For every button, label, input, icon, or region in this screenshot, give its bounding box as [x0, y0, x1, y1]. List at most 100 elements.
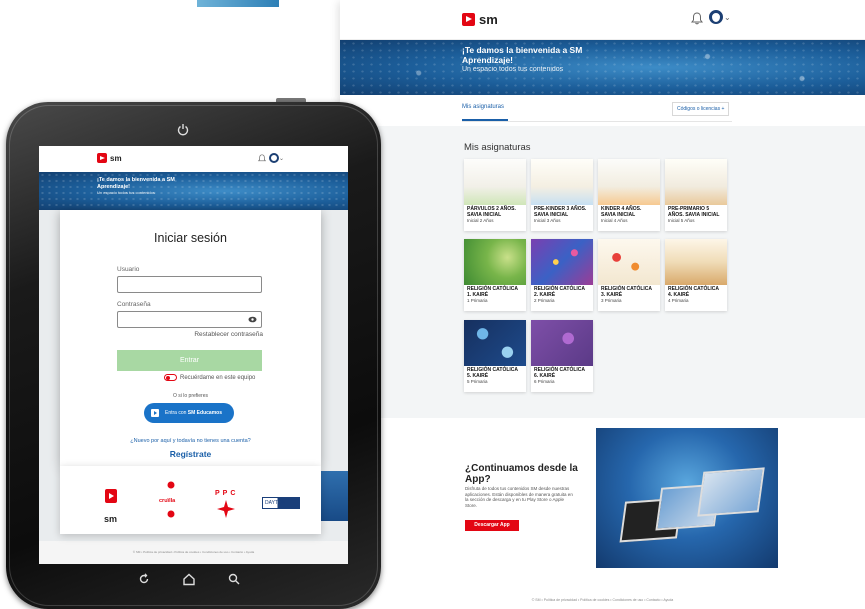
subjects-section: Mis asignaturas PÁRVULOS 2 AÑOS. SAVIA I…: [340, 126, 865, 418]
desktop-page: sm ⌄ ¡Te damos la bienvenida a SM Aprend…: [340, 0, 865, 609]
section-title: Mis asignaturas: [464, 142, 531, 153]
tablet-device: © SM • Política de privacidad • Política…: [6, 98, 381, 609]
subject-card-level: 2 Primaria: [534, 298, 555, 303]
subject-card[interactable]: PRE-KINDER 3 AÑOS. SAVIA INICIAL Inicial …: [531, 159, 593, 231]
composite-screenshot: sm ⌄ ¡Te damos la bienvenida a SM Aprend…: [0, 0, 865, 609]
subject-card-image: [598, 159, 660, 205]
subject-tabs: Mis asignaturas Códigos o licencias +: [462, 100, 732, 122]
remember-me[interactable]: Recuérdame en este equipo: [164, 374, 255, 381]
eye-icon[interactable]: [248, 316, 257, 323]
subject-card-image: [598, 239, 660, 285]
educamos-icon: [151, 409, 159, 417]
chevron-down-icon: ⌄: [279, 155, 285, 162]
banner-subtitle: Un espacio todos tus contenidos: [462, 66, 564, 73]
subject-card-level: 6 Primaria: [534, 379, 555, 384]
register-link[interactable]: Regístrate: [60, 449, 321, 459]
chevron-down-icon: ⌄: [724, 12, 731, 22]
app-promo-description: Disfruta de todos tus contenidos SM desd…: [465, 486, 573, 508]
sm-logo[interactable]: sm: [97, 153, 122, 163]
search-icon[interactable]: [227, 572, 241, 586]
subject-card-image: [531, 159, 593, 205]
username-label: Usuario: [117, 266, 140, 273]
app-promo-title: ¿Continuamos desde la App?: [465, 463, 578, 485]
subject-card-title: RELIGIÓN CATÓLICA 3. KAIRÉ: [601, 286, 652, 298]
avatar-icon: [709, 10, 723, 24]
subject-card-title: RELIGIÓN CATÓLICA 2. KAIRÉ: [534, 286, 585, 298]
subject-card-level: Inicial 2 Años: [467, 218, 494, 223]
username-input[interactable]: [117, 276, 262, 293]
login-title: Iniciar sesión: [154, 231, 227, 245]
subject-card[interactable]: RELIGIÓN CATÓLICA 5. KAIRÉ 5 Primaria: [464, 320, 526, 392]
sm-logo-icon: [462, 13, 475, 26]
subject-card-image: [464, 159, 526, 205]
home-icon[interactable]: [182, 572, 196, 586]
subject-card-level: 3 Primaria: [601, 298, 622, 303]
login-dialog: Iniciar sesión Usuario Contraseña Restab…: [60, 210, 321, 466]
subject-card[interactable]: RELIGIÓN CATÓLICA 1. KAIRÉ 1 Primaria: [464, 239, 526, 311]
cruilla-brand-text: cruïlla: [159, 498, 176, 504]
subject-card-title: RELIGIÓN CATÓLICA 5. KAIRÉ: [467, 367, 518, 379]
subject-card[interactable]: RELIGIÓN CATÓLICA 2. KAIRÉ 2 Primaria: [531, 239, 593, 311]
remember-label: Recuérdame en este equipo: [180, 374, 256, 381]
subject-card-title: RELIGIÓN CATÓLICA 6. KAIRÉ: [534, 367, 585, 379]
sm-logo-text: sm: [479, 12, 498, 27]
banner-title: ¡Te damos la bienvenida a SM Aprendizaje…: [462, 45, 583, 65]
reset-password-link[interactable]: Restablecer contraseña: [194, 331, 263, 338]
desktop-footer: © SM • Política de privacidad • Política…: [531, 598, 674, 602]
subject-card[interactable]: PRE-PRIMARIO 5 AÑOS. SAVIA INICIAL Inicia…: [665, 159, 727, 231]
screen-decor-image: [318, 471, 348, 521]
desktop-header: sm ⌄: [340, 0, 865, 40]
subject-card-image: [464, 239, 526, 285]
download-app-button[interactable]: Descargar App: [465, 520, 519, 531]
enter-button[interactable]: Entrar: [117, 350, 262, 371]
welcome-banner: ¡Te damos la bienvenida a SM Aprendizaje…: [39, 172, 348, 210]
subject-card-image: [665, 159, 727, 205]
user-menu[interactable]: ⌄: [709, 10, 731, 24]
active-tab-indicator: [462, 119, 508, 121]
subject-card[interactable]: RELIGIÓN CATÓLICA 6. KAIRÉ 6 Primaria: [531, 320, 593, 392]
subject-card-image: [665, 239, 727, 285]
app-devices-image: [596, 428, 778, 568]
subject-card-level: 5 Primaria: [467, 379, 488, 384]
bell-icon[interactable]: [691, 12, 703, 25]
avatar-icon: [269, 153, 279, 163]
dayton-brand-logo: DAYTON: [262, 497, 300, 509]
screen-footer: © SM • Política de privacidad • Política…: [132, 550, 255, 554]
bell-icon[interactable]: [258, 154, 266, 163]
remember-toggle[interactable]: [164, 374, 177, 381]
subject-card[interactable]: RELIGIÓN CATÓLICA 4. KAIRÉ 4 Primaria: [665, 239, 727, 311]
subject-card-title: PRE-PRIMARIO 5 AÑOS. SAVIA INICIAL: [668, 206, 720, 218]
subject-card[interactable]: KINDER 4 AÑOS. SAVIA INICIAL Inicial 4 Añ…: [598, 159, 660, 231]
subject-card-title: PÁRVULOS 2 AÑOS. SAVIA INICIAL: [467, 206, 516, 218]
new-account-question[interactable]: ¿Nuevo por aquí y todavía no tienes una …: [60, 438, 321, 444]
tablet-screen: © SM • Política de privacidad • Política…: [39, 146, 348, 564]
power-icon[interactable]: [177, 123, 189, 136]
app-promo-section: ¿Continuamos desde la App? Disfruta de t…: [340, 418, 865, 586]
sm-logo-text: sm: [110, 153, 122, 163]
subject-card[interactable]: PÁRVULOS 2 AÑOS. SAVIA INICIAL Inicial 2 …: [464, 159, 526, 231]
subject-card[interactable]: RELIGIÓN CATÓLICA 3. KAIRÉ 3 Primaria: [598, 239, 660, 311]
back-icon[interactable]: [137, 572, 151, 586]
subject-card-title: RELIGIÓN CATÓLICA 1. KAIRÉ: [467, 286, 518, 298]
ppc-brand-text: PPC: [215, 490, 239, 497]
subject-card-title: PRE-KINDER 3 AÑOS. SAVIA INICIAL: [534, 206, 587, 218]
tablet-frame: © SM • Política de privacidad • Política…: [6, 102, 381, 609]
banner-subtitle: Un espacio todos tus contenidos: [97, 190, 155, 195]
subject-card-title: KINDER 4 AÑOS. SAVIA INICIAL: [601, 206, 642, 218]
subject-card-level: Inicial 3 Años: [534, 218, 561, 223]
codes-licenses-button[interactable]: Códigos o licencias +: [672, 102, 730, 116]
subject-card-image: [531, 239, 593, 285]
password-label: Contraseña: [117, 301, 151, 308]
educamos-strong: SM Educamos: [187, 410, 222, 416]
tab-my-subjects[interactable]: Mis asignaturas: [462, 104, 504, 110]
educamos-login-button[interactable]: Entra con SM Educamos: [144, 403, 234, 423]
subject-card-image: [531, 320, 593, 366]
subject-card-level: Inicial 4 Años: [601, 218, 628, 223]
user-menu[interactable]: ⌄: [269, 153, 284, 163]
sm-logo-icon: [97, 153, 107, 163]
sm-logo[interactable]: sm: [462, 12, 498, 27]
password-input[interactable]: [117, 311, 262, 328]
brand-logos: sm cruïlla PPC DAYTON: [60, 466, 321, 534]
subject-card-level: 1 Primaria: [467, 298, 488, 303]
educamos-prefix: Entra con: [165, 410, 187, 416]
